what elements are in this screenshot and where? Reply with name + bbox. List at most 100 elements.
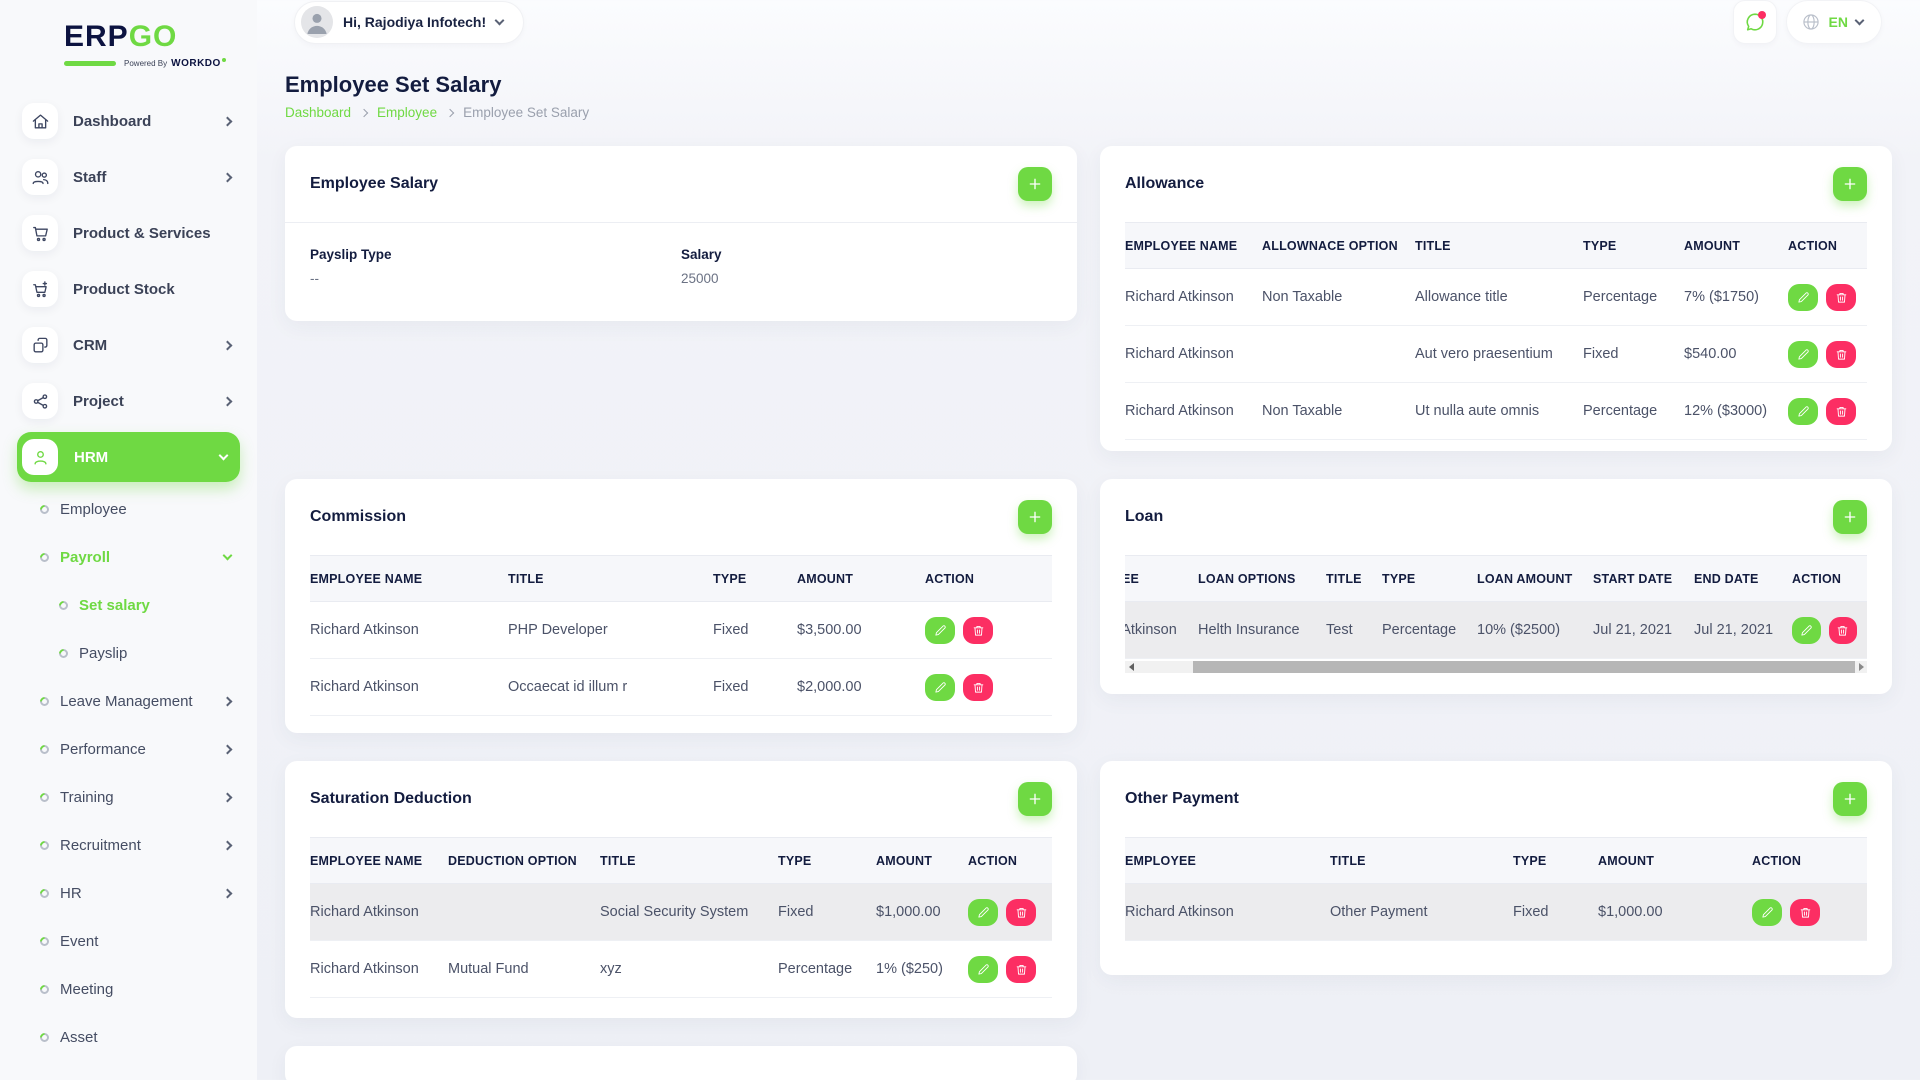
sidebar-item-product-services[interactable]: Product & Services <box>0 205 257 261</box>
messages-button[interactable] <box>1733 0 1777 44</box>
horizontal-scrollbar[interactable] <box>1125 661 1867 673</box>
sidebar-item-performance[interactable]: Performance <box>0 725 257 773</box>
chevron-down-icon <box>223 551 233 561</box>
main-area: Hi, Rajodiya Infotech! EN Employee Set S… <box>257 0 1920 1080</box>
delete-button[interactable] <box>1790 899 1820 926</box>
column-header: END DATE <box>1694 556 1792 602</box>
edit-button[interactable] <box>1788 398 1818 425</box>
sidebar-item-product-stock[interactable]: Product Stock <box>0 261 257 317</box>
card-title: Employee Salary <box>310 175 438 193</box>
column-header: AMOUNT <box>1684 223 1788 269</box>
sidebar-item-leave-management[interactable]: Leave Management <box>0 677 257 725</box>
pencil-icon <box>1800 624 1813 637</box>
delete-button[interactable] <box>1829 617 1858 644</box>
plus-icon <box>1842 791 1858 807</box>
chevron-right-icon <box>360 108 368 116</box>
table-header-row: EMPLOYEE LOAN OPTIONS TITLE TYPE LOAN AM… <box>1125 556 1867 602</box>
sidebar-item-asset[interactable]: Asset <box>0 1013 257 1061</box>
allowance-card: Allowance EMPLOYEE NAME ALLOWNACE OPTION… <box>1100 146 1892 451</box>
plus-icon <box>1027 176 1043 192</box>
edit-button[interactable] <box>1788 341 1818 368</box>
add-other-payment-button[interactable] <box>1833 782 1867 816</box>
loan-scroll[interactable]: EMPLOYEE LOAN OPTIONS TITLE TYPE LOAN AM… <box>1125 555 1867 659</box>
sidebar-item-training[interactable]: Training <box>0 773 257 821</box>
edit-button[interactable] <box>925 617 955 644</box>
sidebar-item-project[interactable]: Project <box>0 373 257 429</box>
delete-button[interactable] <box>1006 956 1036 983</box>
column-header: ALLOWNACE OPTION <box>1262 223 1415 269</box>
scroll-left-arrow[interactable] <box>1125 661 1137 673</box>
add-commission-button[interactable] <box>1018 500 1052 534</box>
add-salary-button[interactable] <box>1018 167 1052 201</box>
language-selector[interactable]: EN <box>1786 0 1882 44</box>
sidebar-item-meeting[interactable]: Meeting <box>0 965 257 1013</box>
scrollbar-thumb[interactable] <box>1193 661 1855 673</box>
field-value: 25000 <box>681 271 1052 286</box>
user-menu[interactable]: Hi, Rajodiya Infotech! <box>294 1 524 44</box>
edit-button[interactable] <box>968 899 998 926</box>
logo-go: GO <box>129 20 178 53</box>
table-row: Richard Atkinson Social Security System … <box>310 884 1052 941</box>
sidebar-item-payslip[interactable]: Payslip <box>0 629 257 677</box>
app-logo[interactable]: ERPGO Powered By WORKDO <box>64 20 257 69</box>
bullet-icon <box>38 503 51 516</box>
sidebar-item-label: Set salary <box>79 597 235 614</box>
salary-field: Salary 25000 <box>681 247 1052 286</box>
column-header: START DATE <box>1593 556 1694 602</box>
next-card-partial <box>285 1046 1077 1080</box>
column-header: TITLE <box>1326 556 1382 602</box>
salary-fields: Payslip Type -- Salary 25000 <box>285 223 1077 310</box>
sidebar-item-label: Product Stock <box>73 281 235 298</box>
delete-button[interactable] <box>1826 341 1856 368</box>
sidebar-item-payroll[interactable]: Payroll <box>0 533 257 581</box>
edit-button[interactable] <box>925 674 955 701</box>
table-row: Richard Atkinson Occaecat id illum r Fix… <box>310 659 1052 716</box>
add-allowance-button[interactable] <box>1833 167 1867 201</box>
sidebar-item-event[interactable]: Event <box>0 917 257 965</box>
sidebar-item-staff[interactable]: Staff <box>0 149 257 205</box>
edit-button[interactable] <box>1788 284 1818 311</box>
trash-icon <box>1835 405 1848 418</box>
chevron-down-icon <box>495 16 505 26</box>
add-loan-button[interactable] <box>1833 500 1867 534</box>
field-label: Salary <box>681 247 1052 262</box>
other-payment-table: EMPLOYEE TITLE TYPE AMOUNT ACTION Richar… <box>1125 837 1867 941</box>
delete-button[interactable] <box>963 617 993 644</box>
delete-button[interactable] <box>1006 899 1036 926</box>
trash-icon <box>1836 624 1849 637</box>
edit-button[interactable] <box>1752 899 1782 926</box>
delete-button[interactable] <box>1826 284 1856 311</box>
column-header: LOAN OPTIONS <box>1198 556 1326 602</box>
cards-grid: Employee Salary Payslip Type -- Salary 2… <box>285 146 1892 1080</box>
bullet-icon <box>38 551 51 564</box>
column-header: TYPE <box>778 838 876 884</box>
pencil-icon <box>1797 405 1810 418</box>
sidebar-item-dashboard[interactable]: Dashboard <box>0 93 257 149</box>
trash-icon <box>1015 906 1028 919</box>
column-header: AMOUNT <box>1598 838 1752 884</box>
column-header: TITLE <box>508 556 713 602</box>
cart-icon <box>22 215 58 251</box>
pencil-icon <box>934 624 947 637</box>
edit-button[interactable] <box>1792 617 1821 644</box>
edit-button[interactable] <box>968 956 998 983</box>
plus-icon <box>1842 509 1858 525</box>
delete-button[interactable] <box>1826 398 1856 425</box>
scroll-right-arrow[interactable] <box>1855 661 1867 673</box>
sidebar-item-label: Payslip <box>79 645 235 662</box>
sidebar-item-crm[interactable]: CRM <box>0 317 257 373</box>
sidebar-item-employee[interactable]: Employee <box>0 485 257 533</box>
add-deduction-button[interactable] <box>1018 782 1052 816</box>
breadcrumb-link-dashboard[interactable]: Dashboard <box>285 105 351 120</box>
delete-button[interactable] <box>963 674 993 701</box>
column-header: TITLE <box>1330 838 1513 884</box>
avatar <box>301 6 333 38</box>
table-row: Richard Atkinson Non Taxable Ut nulla au… <box>1125 383 1867 440</box>
breadcrumb-link-employee[interactable]: Employee <box>377 105 437 120</box>
sidebar-item-recruitment[interactable]: Recruitment <box>0 821 257 869</box>
sidebar-item-label: Product & Services <box>73 225 235 242</box>
column-header: ACTION <box>968 838 1052 884</box>
sidebar-item-hr[interactable]: HR <box>0 869 257 917</box>
sidebar-item-hrm[interactable]: HRM <box>17 432 240 482</box>
sidebar-item-set-salary[interactable]: Set salary <box>0 581 257 629</box>
